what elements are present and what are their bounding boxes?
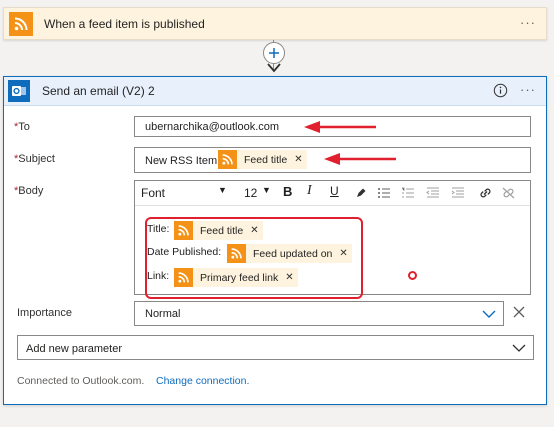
token-label: Feed title bbox=[200, 224, 244, 237]
token-label: Feed updated on bbox=[253, 247, 333, 260]
rss-icon bbox=[174, 221, 193, 240]
connection-status: Connected to Outlook.com. bbox=[17, 375, 145, 387]
font-dropdown-icon[interactable]: ▼ bbox=[218, 185, 227, 195]
remove-token-icon[interactable]: ✕ bbox=[339, 248, 347, 259]
underline-button[interactable]: U bbox=[330, 184, 339, 198]
add-parameter-select[interactable]: Add new parameter bbox=[17, 335, 534, 360]
subject-token[interactable]: Feed title ✕ bbox=[218, 150, 307, 169]
size-dropdown-icon[interactable]: ▼ bbox=[262, 185, 271, 195]
trigger-card[interactable]: When a feed item is published ··· bbox=[3, 7, 547, 40]
token-label: Primary feed link bbox=[200, 271, 279, 284]
unlink-icon[interactable] bbox=[501, 186, 516, 200]
rss-icon bbox=[218, 150, 237, 169]
body-line-label: Link: bbox=[147, 270, 170, 282]
link-icon[interactable] bbox=[478, 186, 493, 200]
body-line-label: Date Published: bbox=[147, 246, 222, 258]
body-token[interactable]: Feed updated on ✕ bbox=[227, 244, 352, 263]
importance-label: Importance bbox=[17, 307, 73, 319]
remove-token-icon[interactable]: ✕ bbox=[250, 225, 258, 236]
importance-select[interactable]: Normal bbox=[134, 301, 504, 326]
italic-button[interactable]: I bbox=[307, 183, 312, 199]
remove-token-icon[interactable]: ✕ bbox=[294, 154, 302, 165]
pen-icon[interactable] bbox=[355, 187, 367, 199]
token-label: Feed title bbox=[244, 153, 288, 166]
body-token[interactable]: Primary feed link ✕ bbox=[174, 268, 298, 287]
close-icon[interactable] bbox=[512, 305, 526, 319]
importance-value: Normal bbox=[145, 308, 181, 320]
red-circle-annotation bbox=[408, 271, 417, 280]
outlook-icon bbox=[8, 80, 30, 102]
trigger-title: When a feed item is published bbox=[44, 17, 205, 31]
arrow-down-icon bbox=[267, 63, 281, 73]
more-options-icon[interactable]: ··· bbox=[520, 15, 536, 30]
remove-token-icon[interactable]: ✕ bbox=[285, 272, 293, 283]
rss-icon bbox=[227, 244, 246, 263]
add-parameter-label: Add new parameter bbox=[26, 343, 122, 355]
to-value: ubernarchika@outlook.com bbox=[145, 121, 280, 133]
rss-icon bbox=[174, 268, 193, 287]
plus-icon bbox=[269, 48, 279, 58]
numbered-list-icon[interactable] bbox=[401, 187, 415, 199]
body-token[interactable]: Feed title ✕ bbox=[174, 221, 263, 240]
to-label: *To bbox=[14, 121, 30, 133]
body-editor[interactable]: Font ▼ 12 ▼ B I U Title: Feed title ✕ Da… bbox=[134, 180, 531, 299]
change-connection-link[interactable]: Change connection. bbox=[156, 375, 249, 387]
more-options-icon[interactable]: ··· bbox=[520, 82, 536, 97]
subject-label: *Subject bbox=[14, 153, 55, 165]
increase-indent-icon[interactable] bbox=[451, 187, 465, 199]
bold-button[interactable]: B bbox=[283, 184, 292, 199]
red-arrow-annotation bbox=[304, 121, 376, 133]
rss-icon bbox=[9, 12, 33, 36]
font-select[interactable]: Font bbox=[141, 186, 165, 200]
editor-toolbar: Font ▼ 12 ▼ B I U bbox=[135, 181, 530, 206]
body-line-label: Title: bbox=[147, 223, 170, 235]
action-card: Send an email (V2) 2 ··· *To ubernarchik… bbox=[3, 76, 547, 405]
card-header[interactable]: Send an email (V2) 2 ··· bbox=[4, 77, 546, 106]
add-step-button[interactable] bbox=[263, 42, 285, 64]
chevron-down-icon bbox=[512, 344, 526, 352]
card-title: Send an email (V2) 2 bbox=[42, 84, 155, 98]
subject-prefix: New RSS Item: bbox=[145, 155, 221, 167]
decrease-indent-icon[interactable] bbox=[426, 187, 440, 199]
chevron-down-icon bbox=[482, 310, 496, 318]
red-arrow-annotation bbox=[324, 153, 396, 165]
info-icon[interactable] bbox=[493, 83, 508, 98]
font-size-select[interactable]: 12 bbox=[244, 186, 257, 200]
body-label: *Body bbox=[14, 185, 44, 197]
bullet-list-icon[interactable] bbox=[377, 187, 391, 199]
